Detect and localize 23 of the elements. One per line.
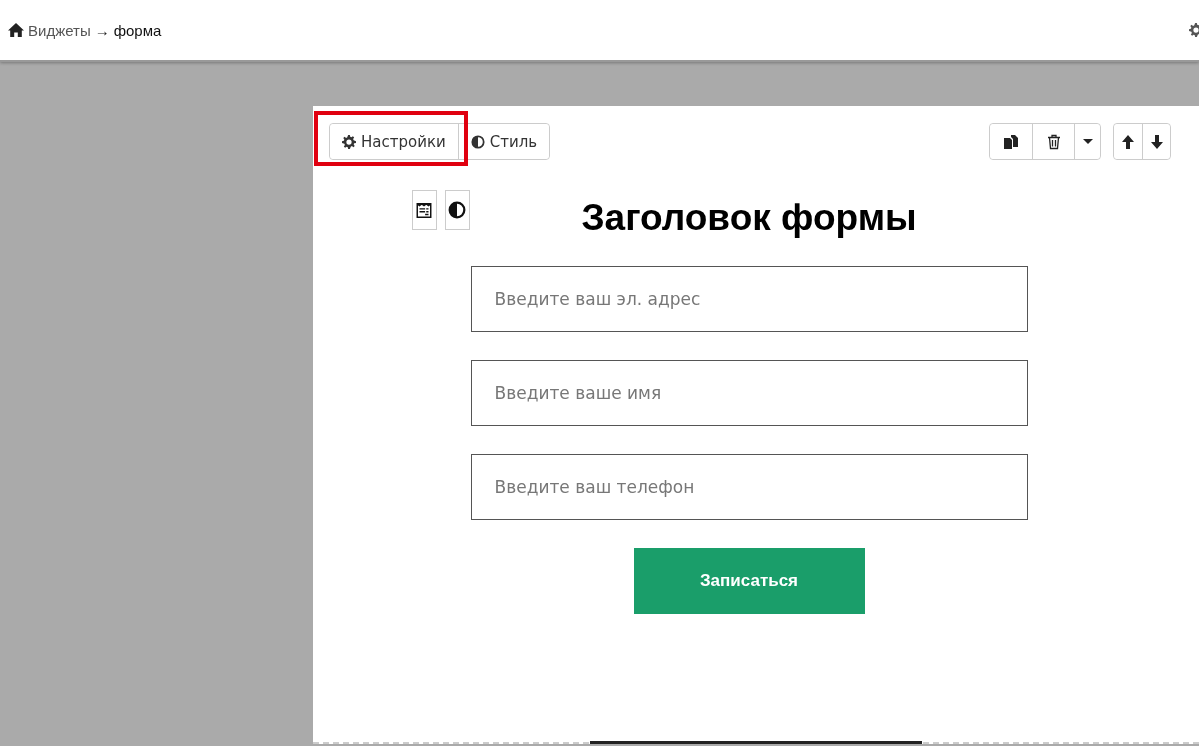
contrast-icon [448,201,466,219]
gear-icon [342,134,356,149]
contrast-icon [470,134,485,149]
arrow-up-icon [1120,133,1136,150]
caret-icon [1082,139,1093,144]
form-title: Заголовок формы [581,196,917,240]
form-style-button[interactable] [444,190,470,230]
form-icon [415,201,433,219]
breadcrumb-link[interactable]: Виджеты [28,21,91,39]
input-field[interactable]: Введите ваш телефон [470,454,1028,520]
settings-icon[interactable] [1189,23,1199,37]
form-settings-button[interactable] [411,190,437,230]
copy-icon [1003,133,1019,150]
home-icon[interactable] [8,22,24,38]
trash-icon [1045,133,1062,150]
dropdown-button[interactable] [1074,124,1100,159]
move-down-button[interactable] [1142,124,1170,159]
breadcrumb-separator: → [94,21,110,39]
input-field[interactable]: Введите ваше имя [470,360,1028,426]
breadcrumb-current: форма [113,21,162,39]
arrow-down-icon [1148,133,1165,150]
tab[interactable]: Стиль [457,124,550,159]
input-field[interactable]: Введите ваш эл. адрес [470,266,1028,332]
